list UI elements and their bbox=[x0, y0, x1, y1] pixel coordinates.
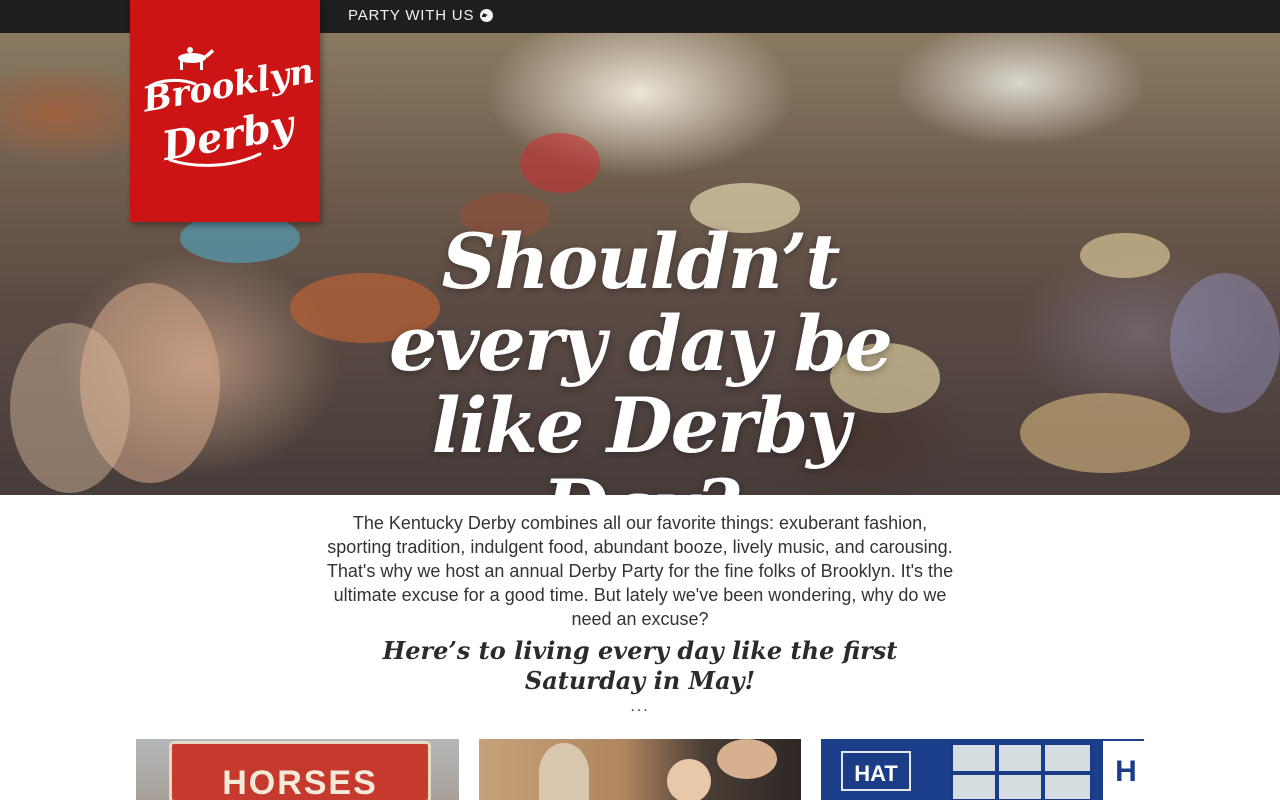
hat-sign: HAT bbox=[841, 751, 911, 791]
hero-photo-crowd bbox=[10, 323, 130, 493]
horses-sign: HORSES bbox=[169, 741, 431, 800]
gallery-photo-clock bbox=[539, 743, 589, 800]
gallery-photo-face bbox=[667, 759, 711, 800]
side-sign: H bbox=[1099, 741, 1144, 800]
tagline-heading: Here’s to living every day like the firs… bbox=[382, 636, 898, 695]
horses-sign-text: HORSES bbox=[222, 764, 378, 800]
hero-photo-crowd bbox=[520, 133, 600, 193]
side-sign-text: H bbox=[1115, 755, 1137, 788]
brooklyn-derby-logo[interactable]: Brooklyn Derby bbox=[130, 0, 320, 222]
intro-paragraph: The Kentucky Derby combines all our favo… bbox=[326, 513, 954, 629]
party-with-us-link[interactable]: PARTY WITH US bbox=[348, 7, 494, 24]
gallery-photo-face bbox=[717, 739, 777, 779]
hero-headline: Shouldn’t every day be like Derby Day? bbox=[388, 217, 893, 496]
shop-window bbox=[949, 741, 1094, 800]
gallery-thumbnail-hat[interactable]: HAT H bbox=[821, 739, 1144, 800]
gallery-thumbnail-party[interactable] bbox=[479, 739, 801, 800]
hero-photo-hat bbox=[1080, 233, 1170, 278]
hat-sign-text: HAT bbox=[854, 761, 898, 786]
party-with-us-label: PARTY WITH US bbox=[348, 7, 475, 24]
hero-photo-crowd bbox=[1170, 273, 1280, 413]
section-separator: ... bbox=[630, 698, 650, 715]
gallery-thumbnail-horses[interactable]: HORSES bbox=[136, 739, 459, 800]
arrow-circle-right-icon bbox=[480, 9, 494, 22]
hero-photo-hat bbox=[1020, 393, 1190, 473]
